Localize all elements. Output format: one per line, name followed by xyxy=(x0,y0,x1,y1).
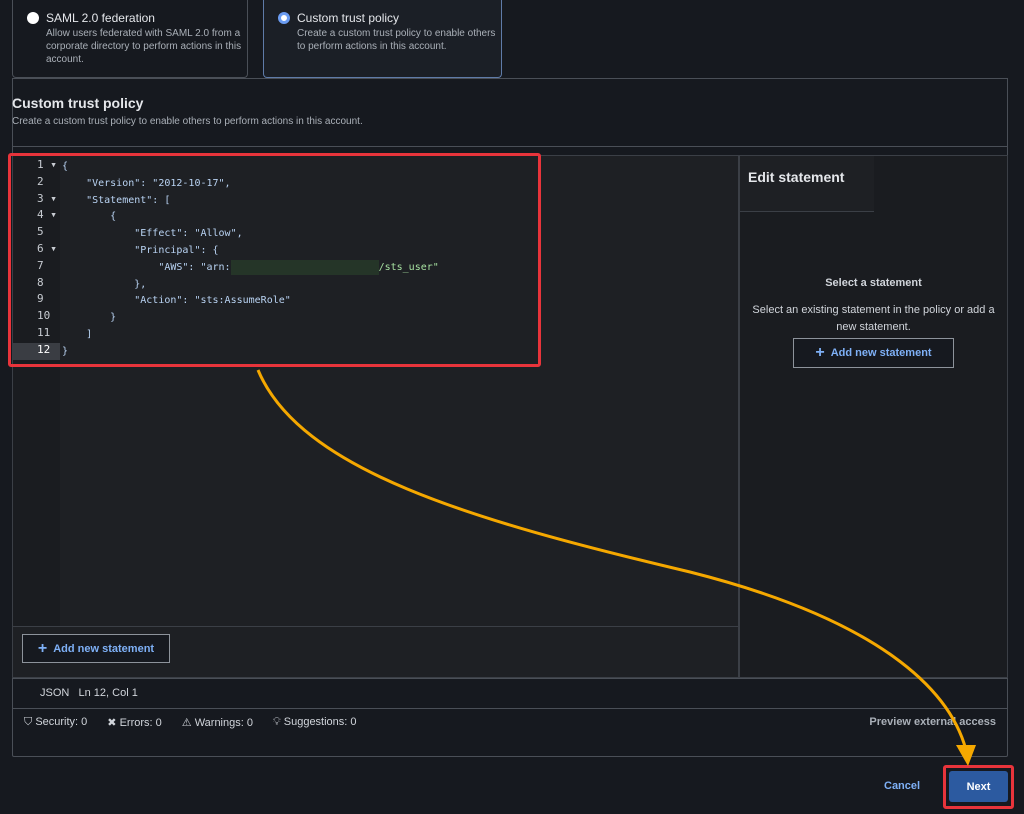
annotation-arrow xyxy=(256,369,976,766)
